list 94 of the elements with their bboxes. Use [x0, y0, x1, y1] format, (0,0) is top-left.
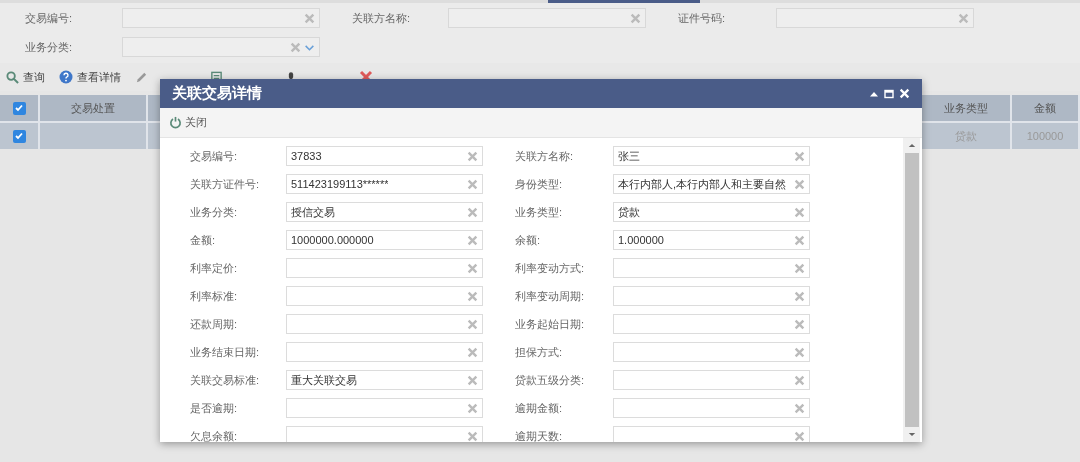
field-label: 欠息余额: — [190, 429, 239, 442]
help-icon — [59, 70, 73, 84]
input-field[interactable]: 511423199113****** — [286, 174, 483, 194]
field-label: 关联方名称: — [352, 11, 412, 26]
input-field[interactable]: 重大关联交易 — [286, 370, 483, 390]
field-label: 逾期天数: — [515, 429, 564, 442]
field-label: 交易编号: — [25, 11, 74, 26]
clear-icon[interactable] — [290, 41, 301, 53]
field-label: 贷款五级分类: — [515, 373, 586, 388]
power-icon — [169, 116, 182, 129]
clear-icon[interactable] — [794, 402, 805, 414]
close-button[interactable]: 关闭 — [169, 114, 207, 131]
input-field[interactable]: 37833 — [286, 146, 483, 166]
input-field[interactable]: 张三 — [613, 146, 810, 166]
toolbar-button[interactable]: 查询 — [6, 68, 45, 86]
field-label: 还款周期: — [190, 317, 239, 332]
input-field[interactable] — [286, 258, 483, 278]
scrollbar[interactable] — [903, 138, 920, 442]
input-field[interactable] — [286, 286, 483, 306]
search-icon — [6, 70, 19, 84]
clear-icon[interactable] — [794, 374, 805, 386]
clear-icon[interactable] — [794, 318, 805, 330]
input-field[interactable]: 贷款 — [613, 202, 810, 222]
scroll-up-icon[interactable] — [907, 143, 916, 148]
field-label: 交易编号: — [190, 149, 239, 164]
clear-icon[interactable] — [794, 290, 805, 302]
column-header[interactable]: 金额 — [1012, 95, 1080, 121]
input-field[interactable] — [613, 342, 810, 362]
field-label: 业务结束日期: — [190, 345, 261, 360]
clear-icon[interactable] — [304, 12, 315, 24]
clear-icon[interactable] — [794, 346, 805, 358]
input-field[interactable] — [613, 398, 810, 418]
field-label: 担保方式: — [515, 345, 564, 360]
clear-icon[interactable] — [467, 318, 478, 330]
input-field[interactable] — [613, 314, 810, 334]
input-field[interactable]: 1000000.000000 — [286, 230, 483, 250]
field-label: 证件号码: — [678, 11, 727, 26]
field-label: 逾期金额: — [515, 401, 564, 416]
input-field[interactable] — [448, 8, 646, 28]
field-label: 关联方名称: — [515, 149, 575, 164]
checkbox[interactable] — [12, 129, 26, 143]
clear-icon[interactable] — [467, 150, 478, 162]
clear-icon[interactable] — [794, 178, 805, 190]
input-field[interactable] — [286, 398, 483, 418]
field-label: 利率标准: — [190, 289, 239, 304]
input-field[interactable] — [613, 258, 810, 278]
input-field[interactable] — [286, 342, 483, 362]
input-field[interactable] — [613, 370, 810, 390]
field-label: 利率变动周期: — [515, 289, 586, 304]
field-label: 金额: — [190, 233, 217, 248]
field-label: 业务类型: — [515, 205, 564, 220]
clear-icon[interactable] — [794, 234, 805, 246]
column-header[interactable]: 交易处置 — [40, 95, 148, 121]
input-field[interactable] — [122, 8, 320, 28]
field-label: 业务起始日期: — [515, 317, 586, 332]
maximize-icon[interactable] — [884, 88, 894, 99]
clear-icon[interactable] — [467, 234, 478, 246]
input-field[interactable] — [776, 8, 974, 28]
dropdown-field[interactable] — [122, 37, 320, 57]
field-label: 关联交易标准: — [190, 373, 261, 388]
field-label: 业务分类: — [190, 205, 239, 220]
input-field[interactable]: 1.000000 — [613, 230, 810, 250]
clear-icon[interactable] — [467, 290, 478, 302]
input-field[interactable]: 授信交易 — [286, 202, 483, 222]
clear-icon[interactable] — [794, 206, 805, 218]
input-field[interactable] — [613, 426, 810, 442]
input-field[interactable] — [613, 286, 810, 306]
clear-icon[interactable] — [467, 206, 478, 218]
clear-icon[interactable] — [794, 150, 805, 162]
field-label: 业务分类: — [25, 40, 74, 55]
checkbox[interactable] — [12, 101, 26, 115]
input-field[interactable] — [286, 426, 483, 442]
clear-icon[interactable] — [467, 374, 478, 386]
clear-icon[interactable] — [467, 346, 478, 358]
clear-icon[interactable] — [467, 178, 478, 190]
clear-icon[interactable] — [467, 402, 478, 414]
clear-icon[interactable] — [630, 12, 641, 24]
clear-icon[interactable] — [794, 262, 805, 274]
clear-icon[interactable] — [467, 262, 478, 274]
clear-icon[interactable] — [467, 430, 478, 442]
field-label: 利率定价: — [190, 261, 239, 276]
field-label: 关联方证件号: — [190, 177, 261, 192]
clear-icon[interactable] — [794, 430, 805, 442]
input-field[interactable]: 本行内部人,本行内部人和主要自然 — [613, 174, 810, 194]
clear-icon[interactable] — [958, 12, 969, 24]
dialog-title: 关联交易详情 — [172, 83, 262, 104]
field-label: 利率变动方式: — [515, 261, 586, 276]
scroll-down-icon[interactable] — [907, 432, 916, 437]
input-field[interactable] — [286, 314, 483, 334]
pencil-icon[interactable] — [135, 70, 148, 84]
field-label: 余额: — [515, 233, 542, 248]
toolbar-button[interactable]: 查看详情 — [59, 68, 121, 86]
field-label: 是否逾期: — [190, 401, 239, 416]
field-label: 身份类型: — [515, 177, 564, 192]
